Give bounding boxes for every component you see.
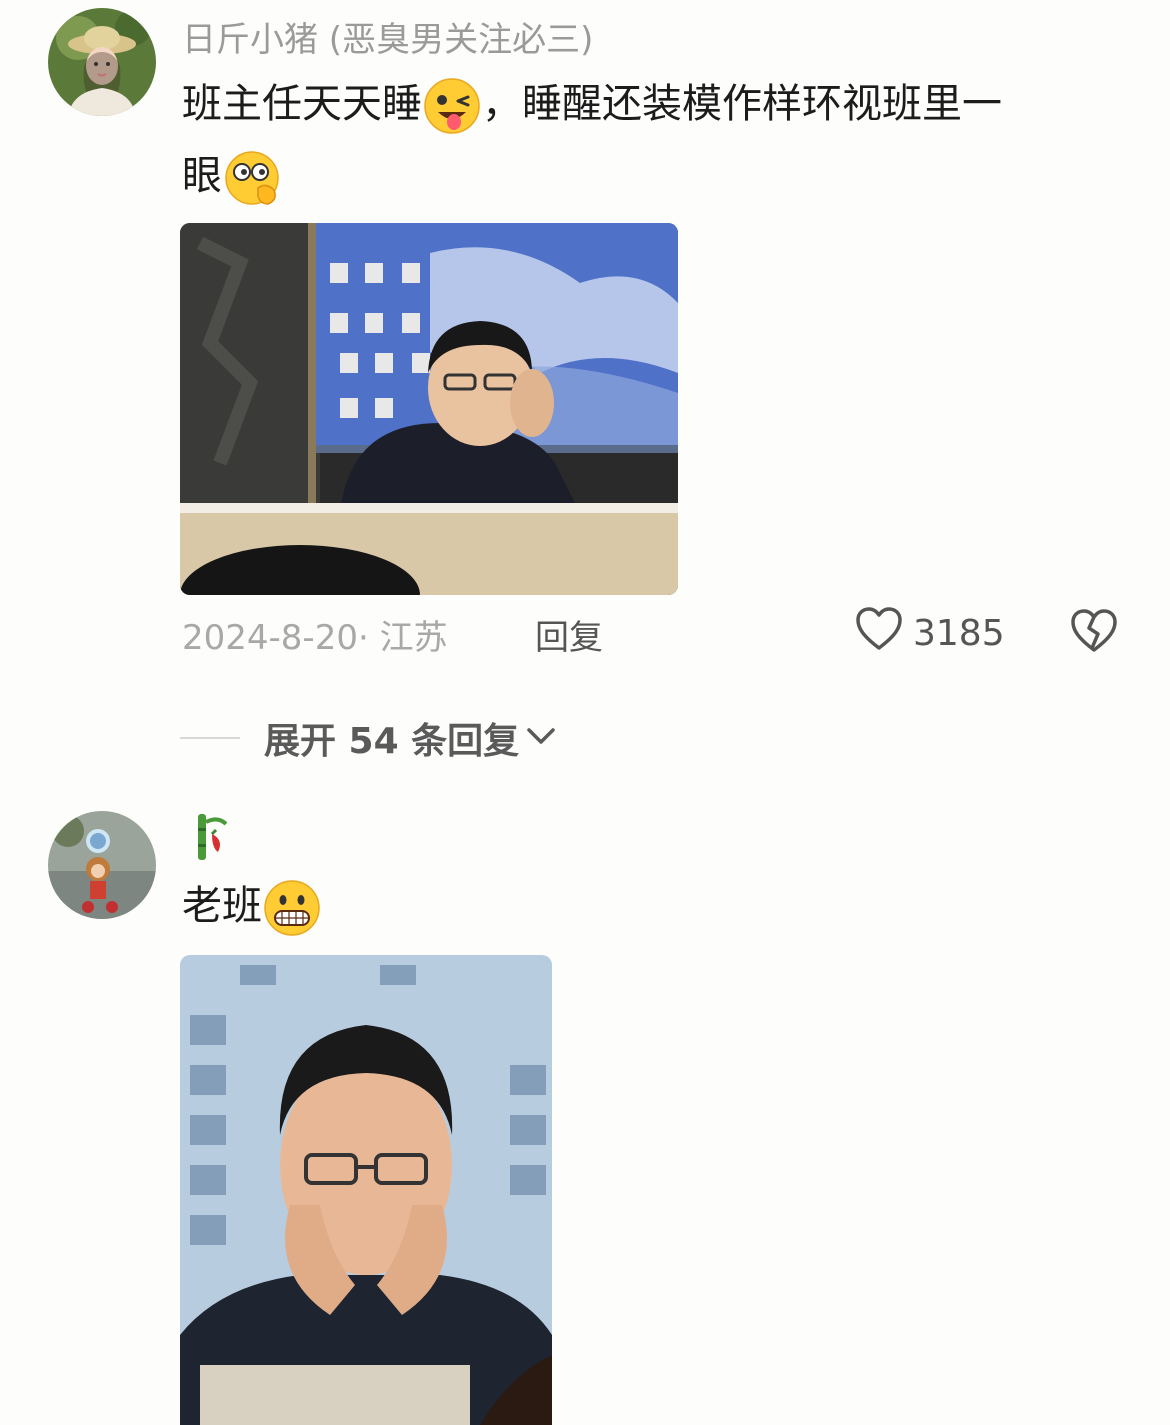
reply-button[interactable]: 回复 [535,610,603,659]
heart-icon [855,606,903,661]
avatar-commenter-2[interactable] [48,811,156,919]
grinning-emoji-icon [262,878,322,938]
comment-text-part: 眼 [182,153,222,199]
broken-heart-icon[interactable] [1070,608,1118,658]
avatar-commenter-1[interactable] [48,8,156,116]
like-button[interactable]: 3185 [855,606,1005,661]
comment-text: 老班 [182,870,322,942]
expand-replies-button[interactable]: 展开 54 条回复 [180,712,557,764]
like-count: 3185 [913,613,1005,654]
comment-username[interactable] [188,812,232,866]
winking-tongue-emoji-icon [422,76,482,136]
comment-username[interactable]: 日斤小猪 (恶臭男关注必三) [182,12,593,61]
comment-text: 班主任天天睡 ，睡醒还装模作样环视班里一 眼 [182,68,1122,212]
comment-text-part: 班主任天天睡 [182,81,422,127]
chevron-down-icon [525,724,557,752]
comment-text-part: ，睡醒还装模作样环视班里一 [482,81,1002,127]
comment-image[interactable] [180,955,552,1425]
comment-image[interactable] [180,223,678,595]
comment-text-part: 老班 [182,883,262,929]
bamboo-pepper-icon [198,814,228,860]
thinking-eyes-emoji-icon [222,148,282,208]
comment-date-location: 2024-8-20· 江苏 [182,618,448,658]
divider [180,737,240,739]
expand-replies-label: 展开 54 条回复 [264,721,520,762]
